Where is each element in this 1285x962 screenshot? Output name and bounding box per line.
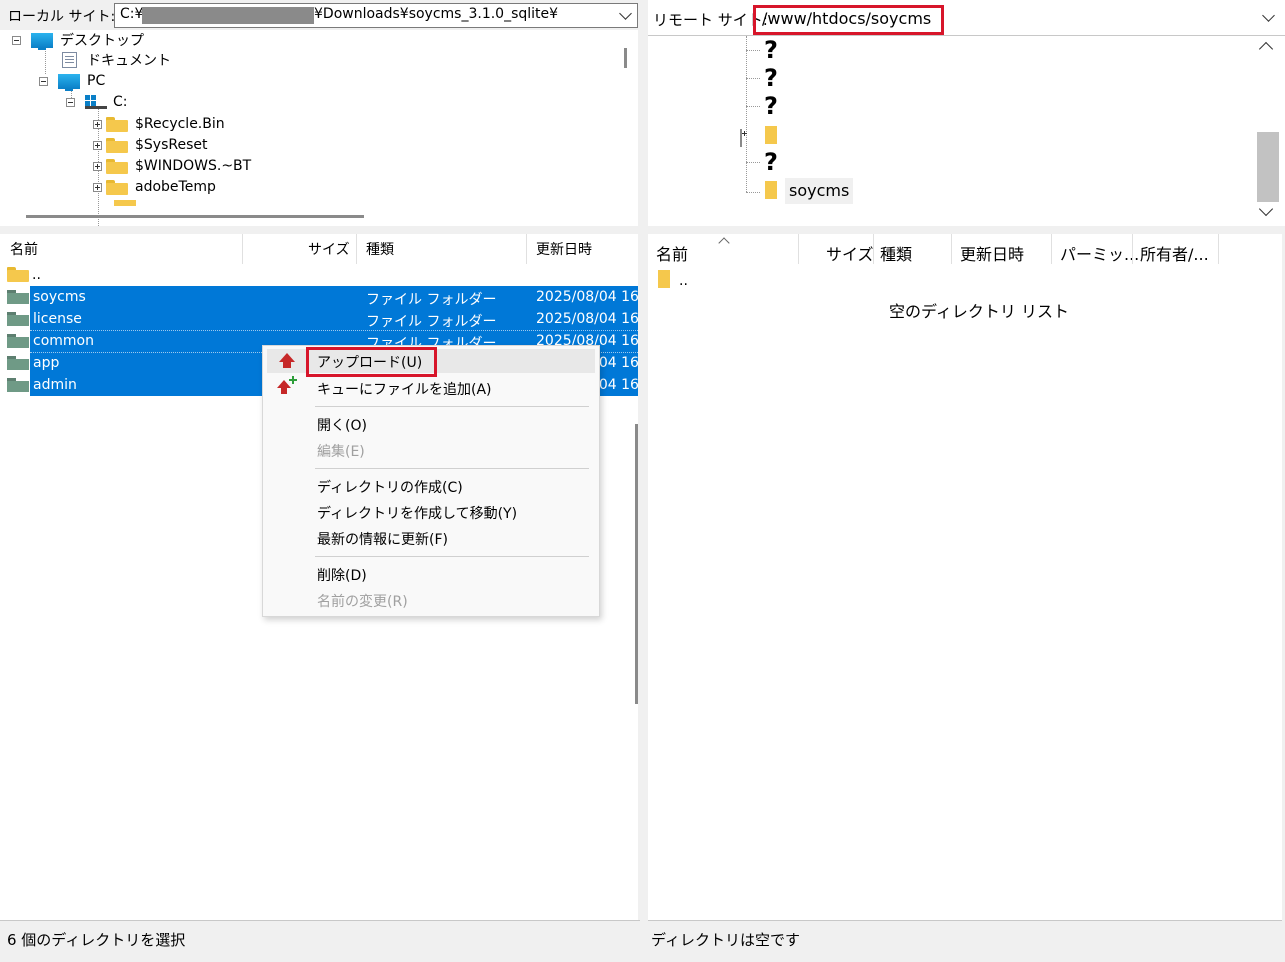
- tree-item-desktop[interactable]: デスクトップ: [12, 30, 144, 50]
- tree-item-recycle-bin[interactable]: $Recycle.Bin: [93, 114, 225, 134]
- menu-item-add-to-queue[interactable]: キューにファイルを追加(A): [317, 379, 492, 399]
- local-path-prefix: C:¥: [120, 6, 144, 22]
- menu-item-rename: 名前の変更(R): [317, 594, 408, 610]
- local-path-suffix: ¥Downloads¥soycms_3.1.0_sqlite¥: [314, 6, 559, 22]
- menu-item-edit: 編集(E): [317, 444, 365, 460]
- tree-item-documents[interactable]: ドキュメント: [62, 50, 171, 70]
- list-item-parent[interactable]: ..: [0, 264, 638, 286]
- redacted-block: [142, 7, 314, 24]
- local-status-text: 6 個のディレクトリを選択: [7, 931, 186, 949]
- vertical-scrollbar-thumb[interactable]: [635, 424, 638, 704]
- expand-icon[interactable]: [740, 129, 742, 147]
- unknown-icon: ?: [764, 64, 778, 92]
- collapse-icon[interactable]: [39, 76, 48, 86]
- menu-item-create-directory[interactable]: ディレクトリの作成(C): [317, 477, 463, 497]
- remote-file-list[interactable]: 名前 サイズ 種類 更新日時 パーミッ... 所有者/... .. 空のディレク…: [648, 234, 1282, 920]
- folder-icon: [106, 158, 128, 174]
- menu-item-open[interactable]: 開く(O): [317, 415, 367, 435]
- scroll-down-button[interactable]: [1258, 201, 1274, 217]
- column-header-modified[interactable]: 更新日時: [536, 239, 592, 259]
- folder-icon: [658, 270, 670, 288]
- unknown-icon: ?: [764, 36, 778, 64]
- column-header-owner[interactable]: 所有者/...: [1140, 241, 1209, 265]
- local-path-combo[interactable]: C:¥ ¥Downloads¥soycms_3.1.0_sqlite¥: [114, 3, 638, 28]
- remote-status-bar: ディレクトリは空です: [648, 920, 1282, 954]
- scroll-up-button[interactable]: [1258, 41, 1274, 57]
- expand-icon[interactable]: [93, 182, 102, 192]
- list-item-parent[interactable]: ..: [648, 268, 1282, 290]
- drive-icon: [85, 95, 107, 109]
- vertical-scrollbar-thumb[interactable]: [1257, 132, 1279, 202]
- menu-item-refresh[interactable]: 最新の情報に更新(F): [317, 529, 448, 549]
- pc-icon: [58, 73, 80, 91]
- column-header-type[interactable]: 種類: [366, 239, 394, 259]
- remote-tree-item-soycms[interactable]: soycms: [785, 178, 854, 204]
- horizontal-scrollbar-thumb[interactable]: [26, 215, 364, 218]
- tree-item-c-drive[interactable]: C:: [66, 92, 128, 112]
- context-menu: アップロード(U) キューにファイルを追加(A) 開く(O) 編集(E) ディレ…: [262, 345, 600, 617]
- local-status-bar: 6 個のディレクトリを選択: [0, 920, 640, 954]
- empty-directory-text: 空のディレクトリ リスト: [889, 302, 1069, 321]
- upload-highlight: [306, 347, 437, 377]
- unknown-icon: ?: [764, 92, 778, 120]
- folder-icon: [106, 116, 128, 132]
- column-header-name[interactable]: 名前: [10, 239, 38, 259]
- expand-icon[interactable]: [93, 119, 102, 129]
- tree-item-windows-bt[interactable]: $WINDOWS.~BT: [93, 156, 251, 176]
- folder-icon: [765, 181, 777, 199]
- menu-separator: [315, 556, 589, 557]
- vertical-scrollbar-thumb[interactable]: [624, 48, 627, 68]
- column-header-name[interactable]: 名前: [656, 241, 688, 265]
- remote-status-text: ディレクトリは空です: [651, 931, 800, 949]
- sort-ascending-icon: [718, 237, 730, 249]
- folder-icon: [106, 179, 128, 195]
- expand-icon[interactable]: [93, 161, 102, 171]
- local-tree[interactable]: デスクトップ ドキュメント PC C: $Recycle.Bin $SysRes…: [0, 30, 638, 226]
- remote-site-bar: リモート サイト: /www/htdocs/soycms: [648, 0, 1285, 36]
- collapse-icon[interactable]: [66, 97, 75, 107]
- menu-separator: [315, 468, 589, 469]
- menu-separator: [315, 406, 589, 407]
- folder-icon: [765, 126, 777, 144]
- desktop-icon: [31, 32, 53, 50]
- tree-item-pc[interactable]: PC: [39, 71, 105, 91]
- tree-item-sysreset[interactable]: $SysReset: [93, 135, 207, 155]
- folder-icon: [114, 200, 136, 206]
- table-row[interactable]: license ファイル フォルダー 2025/08/04 16: [0, 308, 638, 330]
- menu-item-delete[interactable]: 削除(D): [317, 565, 367, 585]
- local-site-bar: ローカル サイト: C:¥ ¥Downloads¥soycms_3.1.0_sq…: [0, 0, 640, 30]
- unknown-icon: ?: [764, 148, 778, 176]
- remote-path-highlight: [753, 5, 944, 35]
- remote-tree[interactable]: ? ? ? ? soycms: [648, 36, 1285, 226]
- local-site-label: ローカル サイト:: [8, 9, 116, 25]
- column-header-size[interactable]: サイズ: [308, 239, 350, 259]
- collapse-icon[interactable]: [12, 35, 21, 45]
- table-row[interactable]: soycms ファイル フォルダー 2025/08/04 16: [0, 286, 638, 308]
- menu-item-create-and-enter-directory[interactable]: ディレクトリを作成して移動(Y): [317, 503, 517, 523]
- folder-icon: [106, 137, 128, 153]
- document-icon: [62, 52, 77, 68]
- chevron-down-icon[interactable]: [619, 7, 632, 20]
- chevron-down-icon[interactable]: [1262, 9, 1275, 22]
- tree-item-adobetemp[interactable]: adobeTemp: [93, 177, 216, 197]
- column-header-type[interactable]: 種類: [880, 241, 912, 265]
- column-header-permissions[interactable]: パーミッ...: [1060, 241, 1139, 265]
- column-header-modified[interactable]: 更新日時: [960, 241, 1024, 265]
- remote-site-label: リモート サイト:: [653, 11, 768, 29]
- column-header-size[interactable]: サイズ: [826, 241, 874, 265]
- expand-icon[interactable]: [93, 140, 102, 150]
